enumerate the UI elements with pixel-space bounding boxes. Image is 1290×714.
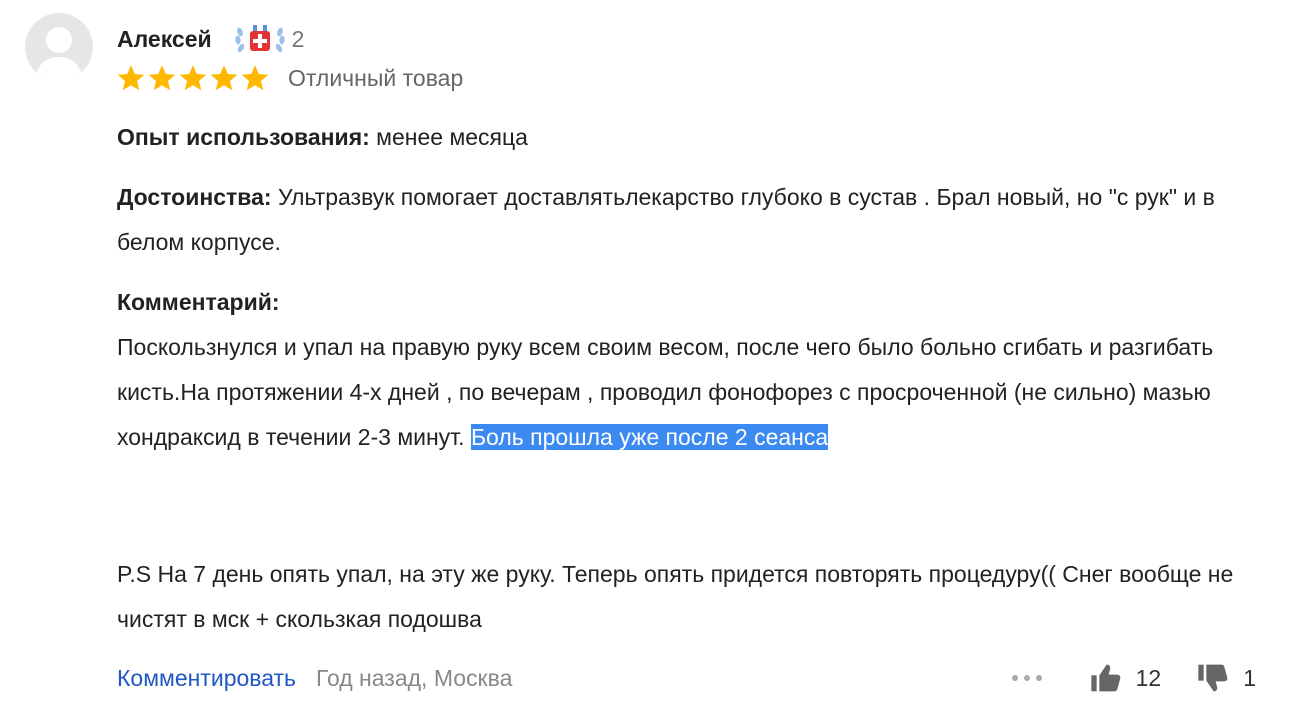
dislike-button[interactable]: 1 (1197, 662, 1256, 694)
star-icon (179, 65, 207, 91)
author-reviews-count: 2 (291, 25, 305, 52)
comment-body: Поскользнулся и упал на правую руку всем… (117, 325, 1266, 460)
thumbs-down-icon (1198, 664, 1228, 692)
rating-row: Отличный товар (116, 62, 463, 94)
pros-text: Ультразвук помогает доставлятьлекарство … (117, 184, 1215, 255)
comment-section: Комментарий: Поскользнулся и упал на пра… (117, 280, 1266, 460)
pros-label: Достоинства: (117, 184, 272, 210)
thumbs-up-icon (1090, 664, 1120, 692)
star-icon (148, 65, 176, 91)
star-icon (117, 65, 145, 91)
ps-section: P.S На 7 день опять упал, на эту же руку… (117, 552, 1266, 642)
dislike-count: 1 (1243, 664, 1256, 691)
more-options-icon[interactable] (1011, 675, 1042, 681)
user-silhouette-icon (35, 27, 83, 81)
star-icon (210, 65, 238, 91)
author-name[interactable]: Алексей (117, 26, 212, 53)
ps-text: P.S На 7 день опять упал, на эту же руку… (117, 561, 1234, 632)
review-footer: Комментировать Год назад, Москва 12 1 (117, 657, 1256, 699)
rating-text: Отличный товар (288, 64, 464, 91)
experience-label: Опыт использования: (117, 124, 370, 150)
pros-section: Достоинства: Ультразвук помогает доставл… (117, 175, 1266, 265)
star-icon (241, 65, 269, 91)
like-count: 12 (1135, 664, 1162, 691)
rating-stars (116, 63, 270, 93)
review-meta: Год назад, Москва (316, 664, 513, 691)
experience-section: Опыт использования: менее месяца (117, 115, 1266, 160)
like-button[interactable]: 12 (1090, 662, 1162, 694)
experience-value: менее месяца (376, 124, 528, 150)
selected-text: Боль прошла уже после 2 сеанса (470, 424, 829, 450)
comment-label: Комментарий: (117, 289, 280, 315)
avatar[interactable] (25, 13, 93, 81)
author-row: Алексей 2 (117, 22, 304, 56)
laurel-medal-icon[interactable] (232, 22, 288, 56)
comment-link[interactable]: Комментировать (117, 665, 296, 692)
